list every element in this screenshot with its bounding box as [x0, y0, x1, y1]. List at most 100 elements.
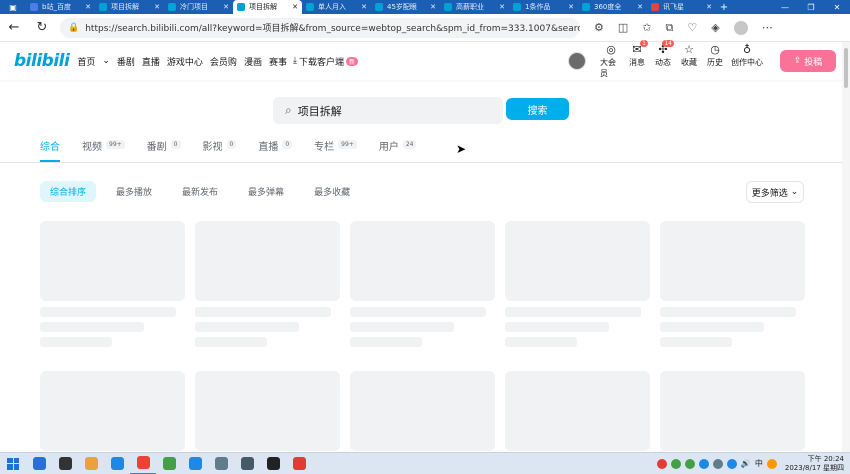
browser-tab[interactable]: 项目拆解 ✕	[233, 0, 302, 14]
browser-tab[interactable]: 45岁配眼 ✕	[371, 0, 440, 14]
performance-icon[interactable]: ♡	[687, 21, 697, 34]
tab-close-icon[interactable]: ✕	[637, 3, 643, 11]
nav-item[interactable]: 会员购	[210, 55, 237, 68]
tab-close-icon[interactable]: ✕	[499, 3, 505, 11]
browser-tab[interactable]: 单人月入 ✕	[302, 0, 371, 14]
new-tab-button[interactable]: +	[716, 2, 732, 13]
sort-option[interactable]: 最多收藏	[304, 181, 360, 202]
start-button[interactable]	[0, 453, 26, 474]
download-client-link[interactable]: ⤓ 下载客户端 新	[293, 55, 358, 68]
taskbar-app-icon[interactable]	[286, 453, 312, 474]
tray-wechat-icon[interactable]	[684, 458, 695, 469]
page-scrollbar[interactable]	[842, 42, 850, 452]
more-menu-icon[interactable]: ⋯	[762, 21, 773, 34]
browser-tab[interactable]: 360度全 ✕	[578, 0, 647, 14]
skeleton-card	[350, 221, 495, 347]
profile-avatar[interactable]	[733, 20, 748, 35]
header-item[interactable]: ✉ 消息 1	[626, 40, 648, 79]
tab-close-icon[interactable]: ✕	[568, 3, 574, 11]
search-input[interactable]: ⌕ 项目拆解	[273, 97, 503, 124]
category-tab[interactable]: 直播 0	[258, 135, 293, 162]
tray-wechat-icon[interactable]	[670, 458, 681, 469]
category-tab[interactable]: 影视 0	[203, 135, 237, 162]
copilot-icon[interactable]: ◈	[711, 21, 719, 34]
tab-close-icon[interactable]: ✕	[430, 3, 436, 11]
scrollbar-thumb[interactable]	[844, 48, 848, 88]
tray-input-icon[interactable]	[766, 458, 777, 469]
taskbar-app-icon[interactable]	[26, 453, 52, 474]
browser-tab[interactable]: 讯飞星 ✕	[647, 0, 716, 14]
header-item[interactable]: ♁ 创作中心	[730, 43, 764, 79]
tray-shield-icon[interactable]	[712, 458, 723, 469]
taskbar-app-icon[interactable]	[234, 453, 260, 474]
minimize-icon[interactable]: —	[772, 3, 798, 12]
taskbar-app-icon[interactable]	[104, 453, 130, 474]
sort-option[interactable]: 综合排序	[40, 181, 97, 202]
nav-item[interactable]: 首页	[77, 55, 95, 68]
nav-item[interactable]: 游戏中心	[167, 55, 203, 68]
sort-option[interactable]: 最多播放	[106, 181, 162, 202]
tab-close-icon[interactable]: ✕	[292, 3, 298, 11]
tab-close-icon[interactable]: ✕	[154, 3, 160, 11]
app-icon	[292, 457, 306, 470]
sort-option[interactable]: 最多弹幕	[238, 181, 294, 202]
category-tab[interactable]: 用户 24	[379, 135, 417, 162]
nav-item[interactable]: 番剧	[117, 55, 135, 68]
taskbar-app-icon[interactable]	[52, 453, 78, 474]
tray-app-icon[interactable]	[656, 458, 667, 469]
browser-tab[interactable]: 项目拆解 ✕	[95, 0, 164, 14]
tab-close-icon[interactable]: ✕	[706, 3, 712, 11]
category-tab[interactable]: 综合	[40, 135, 60, 162]
favorites-icon[interactable]: ✩	[642, 21, 651, 34]
taskbar-app-icon[interactable]	[260, 453, 286, 474]
category-tab[interactable]: 番剧 0	[147, 135, 181, 162]
taskbar-app-icon[interactable]	[78, 453, 104, 474]
extensions-icon[interactable]: ⚙	[594, 21, 604, 34]
browser-tab[interactable]: 1条作品 ✕	[509, 0, 578, 14]
skeleton-line	[195, 322, 299, 332]
tray-cloud-icon[interactable]	[698, 458, 709, 469]
header-item[interactable]: ☆ 收藏	[678, 43, 700, 79]
more-filter-button[interactable]: 更多筛选 ⌄	[746, 181, 804, 203]
volume-icon[interactable]: 🔊	[741, 459, 751, 468]
bluetooth-icon[interactable]	[726, 458, 737, 469]
taskbar-app-icon[interactable]	[156, 453, 182, 474]
app-icon	[136, 456, 150, 469]
browser-tab-strip: ▣ b站_百度 ✕ 项目拆解 ✕ 冷门项目 ✕ 项目拆解 ✕ 单人月入 ✕ 45岁配眼 ✕ 高薪职业 ✕ 1…	[0, 0, 850, 14]
tab-close-icon[interactable]: ✕	[85, 3, 91, 11]
close-window-icon[interactable]: ✕	[824, 3, 850, 12]
taskbar-app-icon[interactable]	[182, 453, 208, 474]
upload-button[interactable]: ⇪ 投稿	[780, 50, 836, 72]
ime-indicator[interactable]: 中	[755, 458, 763, 469]
url-field[interactable]: 🔒 https://search.bilibili.com/all?keywor…	[60, 17, 580, 38]
browser-tab[interactable]: b站_百度 ✕	[26, 0, 95, 14]
header-item[interactable]: ◎ 大会员	[600, 43, 622, 79]
header-item[interactable]: ◷ 历史	[704, 43, 726, 79]
search-button[interactable]: 搜索	[506, 98, 569, 120]
user-avatar[interactable]	[568, 52, 586, 70]
category-tabs: 综合 视频 99+ 番剧 0 影视 0 直播 0 专栏 99+ 用户 24	[40, 135, 438, 162]
tab-close-icon[interactable]: ✕	[223, 3, 229, 11]
tab-close-icon[interactable]: ✕	[361, 3, 367, 11]
category-tab[interactable]: 视频 99+	[82, 135, 125, 162]
nav-item[interactable]: 直播	[142, 55, 160, 68]
nav-item[interactable]: 漫画	[244, 55, 262, 68]
clock[interactable]: 下午 20:24 2023/8/17 星期四	[785, 455, 844, 473]
skeleton-thumbnail	[660, 221, 805, 301]
tab-favicon-icon	[168, 3, 176, 11]
window-menu-icon[interactable]: ▣	[0, 0, 26, 14]
browser-tab[interactable]: 冷门项目 ✕	[164, 0, 233, 14]
refresh-icon[interactable]: ↻	[28, 14, 56, 42]
split-screen-icon[interactable]: ◫	[618, 21, 628, 34]
header-item[interactable]: ✣ 动态 14	[652, 40, 674, 79]
taskbar-app-icon[interactable]	[130, 453, 156, 474]
taskbar-app-icon[interactable]	[208, 453, 234, 474]
maximize-icon[interactable]: ❐	[798, 3, 824, 12]
back-icon[interactable]: ←	[0, 14, 28, 42]
sort-option[interactable]: 最新发布	[172, 181, 228, 202]
category-tab[interactable]: 专栏 99+	[314, 135, 357, 162]
bilibili-logo[interactable]: bilibili	[14, 51, 70, 71]
browser-tab[interactable]: 高薪职业 ✕	[440, 0, 509, 14]
collections-icon[interactable]: ⧉	[666, 21, 674, 35]
nav-item[interactable]: 赛事	[269, 55, 287, 68]
